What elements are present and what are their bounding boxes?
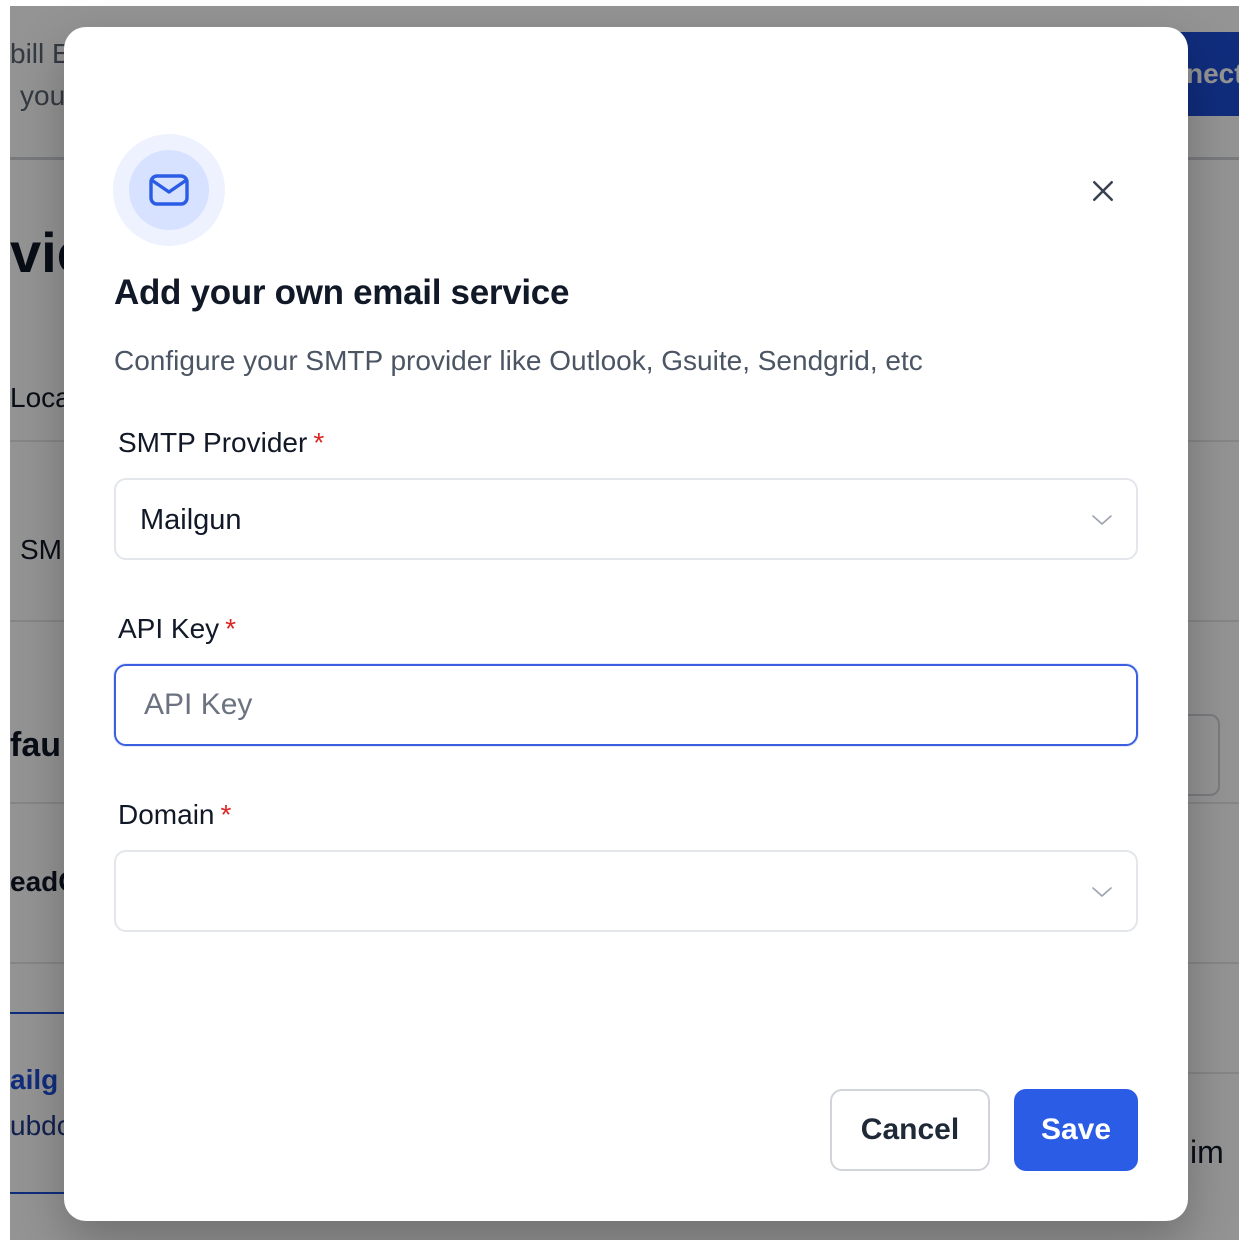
save-button[interactable]: Save: [1014, 1089, 1138, 1171]
mail-icon: [149, 174, 189, 206]
smtp-provider-select[interactable]: Mailgun: [114, 478, 1138, 560]
mail-icon-badge: [113, 134, 225, 246]
dialog-subtitle: Configure your SMTP provider like Outloo…: [114, 345, 923, 376]
mail-icon-circle: [129, 150, 209, 230]
api-key-label-text: API Key: [118, 613, 220, 644]
required-marker: *: [220, 799, 232, 830]
dialog-title: Add your own email service: [114, 273, 570, 312]
chevron-down-icon: [1092, 515, 1112, 525]
window-edge: [0, 0, 10, 1240]
close-button[interactable]: [1082, 170, 1124, 212]
smtp-provider-label: SMTP Provider *: [118, 427, 324, 459]
smtp-provider-value: Mailgun: [140, 504, 242, 536]
close-icon: [1093, 181, 1113, 201]
required-marker: *: [225, 613, 237, 644]
domain-select[interactable]: [114, 850, 1138, 932]
api-key-input[interactable]: [114, 664, 1138, 746]
chevron-down-icon: [1092, 887, 1112, 897]
required-marker: *: [313, 427, 325, 458]
domain-label: Domain *: [118, 799, 231, 831]
domain-label-text: Domain: [118, 799, 215, 830]
add-email-service-dialog: Add your own email service Configure you…: [64, 27, 1188, 1221]
smtp-provider-label-text: SMTP Provider: [118, 427, 308, 458]
window-edge: [0, 0, 1239, 6]
api-key-label: API Key *: [118, 613, 236, 645]
cancel-button[interactable]: Cancel: [830, 1089, 990, 1171]
